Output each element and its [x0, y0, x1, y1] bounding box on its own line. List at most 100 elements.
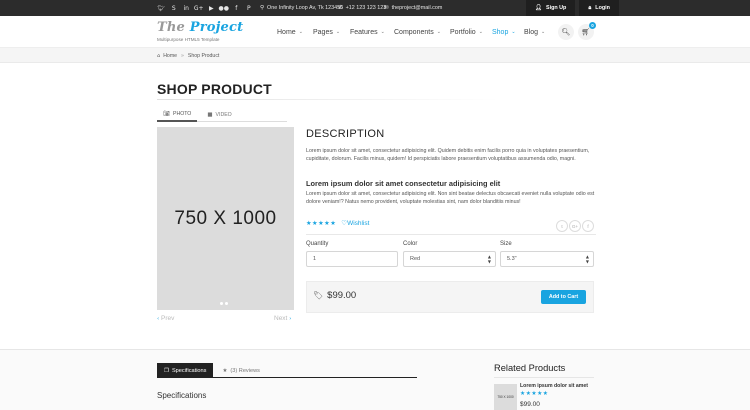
specifications-title: Specifications [157, 391, 207, 400]
email-text[interactable]: theproject@mail.com [392, 5, 443, 11]
nav-pages-label: Pages [313, 28, 333, 36]
search-button[interactable]: 🔍︎ [558, 24, 574, 40]
video-camera-icon: ■ [207, 111, 213, 118]
skype-icon[interactable]: S [168, 0, 181, 16]
nav-components-label: Components [394, 28, 434, 36]
size-value: 5.3" [507, 256, 517, 262]
description-title: DESCRIPTION [306, 128, 385, 140]
color-label: Color [403, 241, 418, 247]
auth-links: 👤︎ Sign Up 🔒︎ Login [526, 0, 619, 16]
nav-blog[interactable]: Blog ⌄ [524, 29, 556, 36]
logo[interactable]: The Project [157, 20, 243, 35]
tab-video[interactable]: ■ VIDEO [201, 107, 237, 122]
nav-home-label: Home [277, 28, 296, 36]
envelope-icon: ✉ [384, 5, 389, 11]
address-info: ⚲ One Infinity Loop Av, Tk 123456 [260, 0, 343, 16]
flickr-icon[interactable]: ●● [218, 0, 231, 16]
image-placeholder-text: 750 X 1000 [174, 207, 277, 229]
select-arrows-icon: ▲ ▼ [487, 254, 491, 264]
chevron-down-icon: ⌄ [511, 29, 516, 35]
nav-features-label: Features [350, 28, 378, 36]
product-image[interactable]: 750 X 1000 [157, 127, 294, 310]
home-icon: ⌂ [157, 52, 161, 59]
google-plus-icon[interactable]: G+ [193, 0, 206, 16]
description-paragraph-1: Lorem ipsum dolor sit amet, consectetur … [306, 148, 590, 163]
select-arrows-icon: ▲ ▼ [585, 254, 589, 264]
related-separator [494, 377, 594, 378]
youtube-icon[interactable]: ▶ [205, 0, 218, 16]
title-separator [157, 99, 500, 100]
next-link[interactable]: Next › [274, 315, 291, 322]
carousel-dot[interactable] [225, 302, 228, 305]
related-product-price: $99.00 [520, 401, 540, 408]
address-text: One Infinity Loop Av, Tk 123456 [267, 5, 344, 11]
phone-icon: ✆ [338, 5, 343, 11]
related-product-thumbnail[interactable]: 750 X 1000 [494, 384, 517, 410]
wishlist-link[interactable]: ♡Wishlist [341, 219, 369, 227]
carousel-dot[interactable] [220, 302, 223, 305]
nav-portfolio[interactable]: Portfolio ⌄ [450, 29, 492, 36]
star-icon: ★ [222, 367, 228, 374]
chevron-left-icon: ‹ [157, 316, 160, 322]
carousel-dots [220, 302, 228, 305]
login-button[interactable]: 🔒︎ Login [579, 0, 619, 16]
nav-shop[interactable]: Shop ⌄ [492, 29, 524, 36]
breadcrumb-separator: » [181, 52, 184, 59]
breadcrumb-home[interactable]: Home [163, 53, 177, 59]
share-twitter-button[interactable]: t [556, 220, 568, 232]
tab-reviews[interactable]: ★ (3) Reviews [215, 363, 266, 378]
details-tabs: ❐ Specifications ★ (3) Reviews [157, 363, 417, 378]
twitter-icon[interactable]: 🐦︎ [155, 0, 168, 16]
chevron-down-icon: ⌄ [380, 29, 385, 35]
breadcrumb-bar [0, 48, 750, 63]
prev-link[interactable]: ‹ Prev [157, 315, 174, 322]
email-info[interactable]: ✉ theproject@mail.com [384, 0, 442, 16]
tab-photo[interactable]: 📷︎ PHOTO [157, 107, 198, 122]
nav-shop-label: Shop [492, 28, 509, 36]
breadcrumb-current: Shop Product [187, 52, 220, 59]
media-tabs: 📷︎ PHOTO ■ VIDEO [157, 107, 287, 122]
logo-project: Project [189, 20, 244, 35]
tab-specifications[interactable]: ❐ Specifications [157, 363, 214, 378]
star-rating: ★★★★★ [306, 219, 337, 227]
pinterest-icon[interactable]: P [243, 0, 256, 16]
chevron-down-icon: ⌄ [298, 29, 303, 35]
tab-specifications-label: Specifications [171, 367, 207, 374]
nav-pages[interactable]: Pages ⌄ [313, 29, 350, 36]
lock-icon: 🔒︎ [588, 4, 592, 11]
facebook-icon[interactable]: f [230, 0, 243, 16]
chevron-right-icon: › [289, 316, 292, 322]
nav-components[interactable]: Components ⌄ [394, 29, 450, 36]
signup-button[interactable]: 👤︎ Sign Up [526, 0, 576, 16]
nav-features[interactable]: Features ⌄ [350, 29, 394, 36]
chevron-down-icon: ⌄ [541, 29, 546, 35]
related-product-name[interactable]: Lorem ipsum dolor sit amet [520, 383, 588, 389]
files-icon: ❐ [164, 367, 169, 374]
tab-reviews-label: (3) Reviews [230, 367, 260, 374]
nav-blog-label: Blog [524, 28, 539, 36]
color-select[interactable]: Red ▲ ▼ [403, 251, 496, 267]
main-nav: Home ⌄ Pages ⌄ Features ⌄ Components ⌄ Portf… [277, 16, 556, 48]
quantity-value: 1 [313, 256, 317, 262]
breadcrumb: ⌂ Home » Shop Product [157, 48, 219, 63]
camera-icon: 📷︎ [163, 110, 170, 117]
price-value: $99.00 [327, 290, 357, 301]
add-to-cart-button[interactable]: Add to Cart [541, 290, 586, 304]
share-google-plus-button[interactable]: G+ [569, 220, 581, 232]
search-icon: 🔍︎ [561, 28, 571, 36]
cart-count-badge: 0 [589, 22, 596, 29]
page-title: SHOP PRODUCT [157, 81, 272, 97]
options-separator [306, 234, 596, 235]
nav-portfolio-label: Portfolio [450, 28, 476, 36]
size-label: Size [500, 241, 512, 247]
quantity-input[interactable]: 1 [306, 251, 398, 267]
user-icon: 👤︎ [535, 5, 542, 11]
price: 🏷︎ $99.00 [313, 290, 356, 301]
share-facebook-button[interactable]: f [582, 220, 594, 232]
size-select[interactable]: 5.3" ▲ ▼ [500, 251, 594, 267]
phone-text: +12 123 123 123 [345, 5, 387, 11]
related-products-title: Related Products [494, 363, 566, 373]
nav-home[interactable]: Home ⌄ [277, 29, 313, 36]
linkedin-icon[interactable]: in [180, 0, 193, 16]
details-section [0, 350, 750, 410]
